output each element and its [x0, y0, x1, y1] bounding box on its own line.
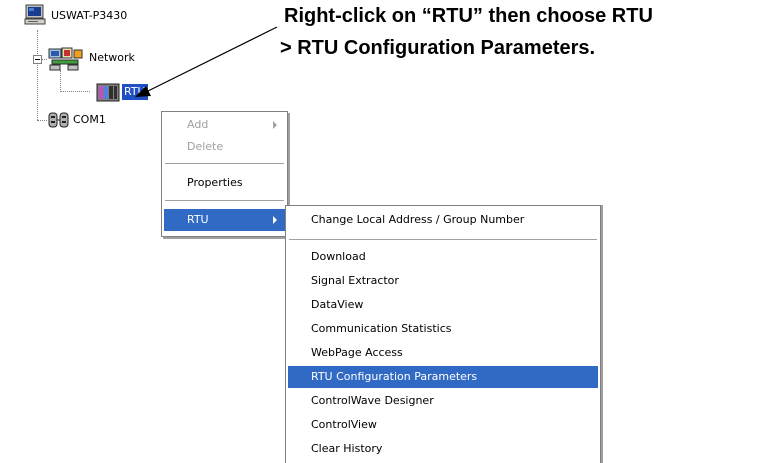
tree-connector [37, 30, 38, 120]
menu-item-label: Clear History [311, 442, 383, 455]
menu-item-rtu[interactable]: RTU [164, 209, 285, 231]
menu-item-rtu-configuration-parameters[interactable]: RTU Configuration Parameters [288, 366, 598, 388]
submenu-arrow-icon [273, 121, 277, 129]
tree-connector [60, 70, 61, 92]
collapse-toggle[interactable] [33, 55, 42, 64]
computer-icon [24, 4, 46, 25]
menu-item-label: Communication Statistics [311, 322, 452, 335]
tree-item-rtu-label: RTU [122, 84, 148, 100]
menu-item-controlview[interactable]: ControlView [288, 414, 598, 436]
menu-item-label: Download [311, 250, 366, 263]
menu-item-delete-label: Delete [187, 140, 224, 153]
menu-item-change-local-address[interactable]: Change Local Address / Group Number [288, 209, 598, 231]
menu-item-label: ControlView [311, 418, 377, 431]
menu-item-rtu-label: RTU [187, 213, 209, 226]
serial-port-icon [48, 112, 69, 128]
menu-item-add-label: Add [187, 118, 209, 131]
menu-item-controlwave-designer[interactable]: ControlWave Designer [288, 390, 598, 412]
menu-item-delete[interactable]: Delete [164, 136, 285, 158]
tree-item-com1-label: COM1 [73, 113, 106, 126]
menu-item-properties-label: Properties [187, 176, 243, 189]
tree-connector [60, 91, 90, 92]
menu-item-webpage-access[interactable]: WebPage Access [288, 342, 598, 364]
menu-item-label: WebPage Access [311, 346, 403, 359]
tree-item-root-label: USWAT-P3430 [51, 9, 128, 22]
menu-item-clear-history[interactable]: Clear History [288, 438, 598, 460]
rtu-submenu: Change Local Address / Group Number Down… [285, 205, 601, 463]
menu-item-properties[interactable]: Properties [164, 172, 285, 194]
menu-item-signal-extractor[interactable]: Signal Extractor [288, 270, 598, 292]
menu-item-label: Signal Extractor [311, 274, 399, 287]
submenu-arrow-icon [273, 216, 277, 224]
tree-connector [37, 120, 47, 121]
menu-separator [289, 239, 597, 241]
menu-item-label: ControlWave Designer [311, 394, 434, 407]
instruction-text-line2: > RTU Configuration Parameters. [280, 37, 596, 59]
network-icon [48, 47, 83, 71]
menu-item-label: Change Local Address / Group Number [311, 213, 525, 226]
menu-item-add[interactable]: Add [164, 114, 285, 136]
tree-item-network-label: Network [89, 51, 135, 64]
rtu-icon [96, 83, 120, 102]
menu-item-label: RTU Configuration Parameters [311, 370, 478, 383]
menu-item-label: DataView [311, 298, 364, 311]
menu-item-download[interactable]: Download [288, 246, 598, 268]
menu-separator [165, 200, 284, 202]
menu-item-dataview[interactable]: DataView [288, 294, 598, 316]
context-menu: Add Delete Properties RTU [161, 111, 288, 237]
menu-item-communication-statistics[interactable]: Communication Statistics [288, 318, 598, 340]
instruction-text-line1: Right-click on “RTU” then choose RTU [284, 5, 653, 27]
menu-separator [165, 163, 284, 165]
